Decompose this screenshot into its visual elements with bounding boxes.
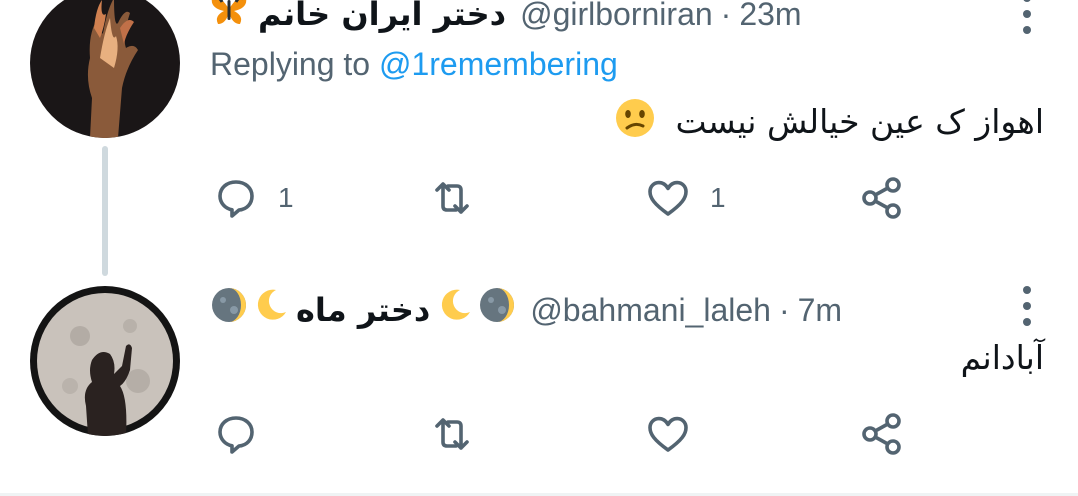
display-name[interactable]: دختر ماه [296,290,430,330]
retweet-icon [435,182,469,214]
tweet-text-content: آبادانم [960,338,1044,377]
thread-line [102,146,108,276]
tweet-header: دختر ماه @bahmani_laleh · 7m [210,286,842,333]
replying-prefix: Replying to [210,46,371,82]
display-name[interactable]: دختر ایران خانم [258,0,506,34]
confused-face-emoji-icon [615,98,655,149]
more-options-icon[interactable] [1022,0,1032,34]
share-icon [862,413,901,455]
butterfly-emoji-icon [210,0,248,35]
like-button[interactable]: 1 [644,174,726,222]
retweet-button[interactable] [428,174,476,222]
user-handle[interactable]: @bahmani_laleh [530,290,771,330]
reply-icon [218,416,254,454]
avatar-hand-fire-image [30,0,180,138]
separator-dot: · [720,0,732,32]
crescent-moon-emoji-icon [252,286,290,333]
tweet-header: دختر ایران خانم @girlborniran · 23m [210,0,802,35]
like-button[interactable] [644,410,692,458]
crescent-moon-emoji-icon [436,286,474,333]
mention-link[interactable]: @1remembering [379,46,618,82]
retweet-button[interactable] [428,410,476,458]
avatar[interactable] [30,0,180,138]
share-button[interactable] [858,410,906,458]
retweet-icon [435,418,469,450]
separator-dot: · [778,291,790,328]
tweet-text: اهواز ک عین خیالش نیست [615,98,1044,149]
timestamp[interactable]: 7m [798,290,842,330]
reply-button[interactable] [212,410,260,458]
heart-icon [648,180,688,216]
share-icon [862,177,901,219]
new-moon-emoji-icon [478,286,516,333]
more-options-icon[interactable] [1022,286,1032,326]
reply-icon [218,180,254,218]
like-count: 1 [710,182,726,213]
replying-to: Replying to @1remembering [210,44,618,84]
tweet-text-content: اهواز ک عین خیالش نیست [675,102,1044,141]
reply-count: 1 [278,182,294,213]
reply-button[interactable]: 1 [212,174,294,222]
avatar-moon-silhouette-image [30,286,180,436]
tweet-text: آبادانم [961,336,1044,380]
new-moon-emoji-icon [210,286,248,333]
timestamp[interactable]: 23m [739,0,801,34]
heart-icon [648,416,688,452]
user-handle[interactable]: @girlborniran [520,0,713,34]
avatar[interactable] [30,286,180,436]
share-button[interactable] [858,174,906,222]
